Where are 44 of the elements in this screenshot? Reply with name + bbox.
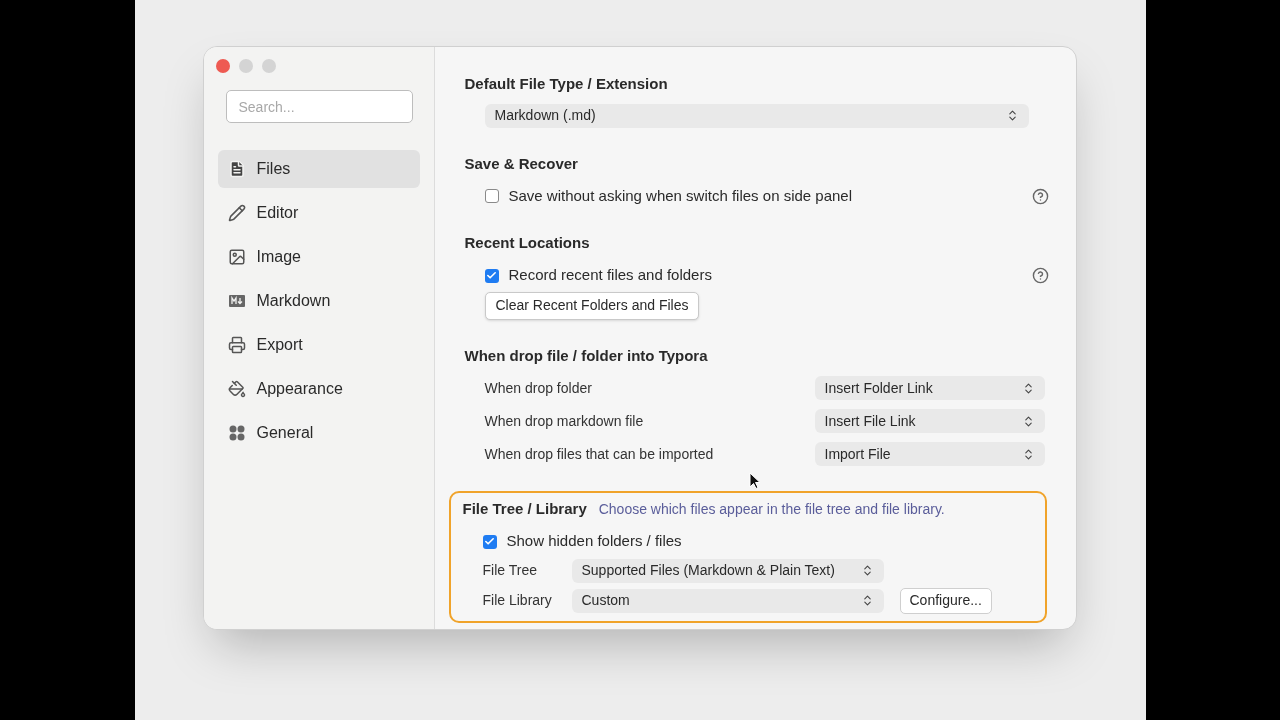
sidebar-item[interactable]: Appearance [217,370,420,408]
section-heading: Recent Locations [464,233,590,253]
sidebar-item[interactable]: Export [217,326,420,364]
mouse-pointer-icon [748,472,761,490]
dropdown[interactable]: Insert File Link [814,409,1045,433]
section-heading: When drop file / folder into Typora [464,345,708,366]
pencil-icon [227,204,246,222]
checkbox[interactable] [484,189,499,203]
sidebar-item[interactable]: General [217,414,420,452]
dropdown[interactable]: Insert Folder Link [814,376,1045,400]
dropdown[interactable]: Custom [571,588,884,613]
grid-dots-icon [227,424,246,442]
sidebar-item[interactable]: Markdown [217,282,420,320]
section-heading: Default File Type / Extension [464,74,668,94]
checkbox-label: Save without asking when switch files on side panel [508,185,853,206]
option-label: When drop files that can be imported [484,444,715,464]
checkbox[interactable] [484,268,499,283]
markdown-icon [227,292,246,310]
dropdown[interactable]: Import File [814,442,1045,466]
search-field[interactable]: Search... [225,90,413,123]
checkbox-label: Record recent files and folders [508,265,712,286]
clear-recent-button[interactable]: Clear Recent Folders and Files [484,291,700,320]
option-label: File Library [482,591,553,610]
image-icon [227,248,246,266]
printer-icon [227,336,246,354]
sidebar-item[interactable]: Image [217,238,420,276]
option-label: File Tree [482,561,538,580]
sidebar-item[interactable]: Editor [217,194,420,232]
close-button[interactable] [215,59,230,73]
help-icon[interactable] [1031,267,1049,284]
section-heading: Save & Recover [464,153,578,174]
option-label: When drop markdown file [484,411,645,431]
section-description: Choose which files appear in the file tree and file library. [598,500,945,519]
help-icon[interactable] [1031,187,1049,205]
document-icon [227,160,246,178]
configure-button[interactable]: Configure... [899,587,992,614]
checkbox-label: Show hidden folders / files [506,531,682,552]
option-label: When drop folder [484,378,593,398]
section-heading: File Tree / Library [462,499,587,519]
checkbox[interactable] [482,534,497,549]
paint-bucket-icon [227,380,246,398]
dropdown[interactable]: Supported Files (Markdown & Plain Text) [571,558,884,583]
dropdown[interactable]: Markdown (.md) [484,103,1029,128]
sidebar-item[interactable]: Files [217,150,420,188]
